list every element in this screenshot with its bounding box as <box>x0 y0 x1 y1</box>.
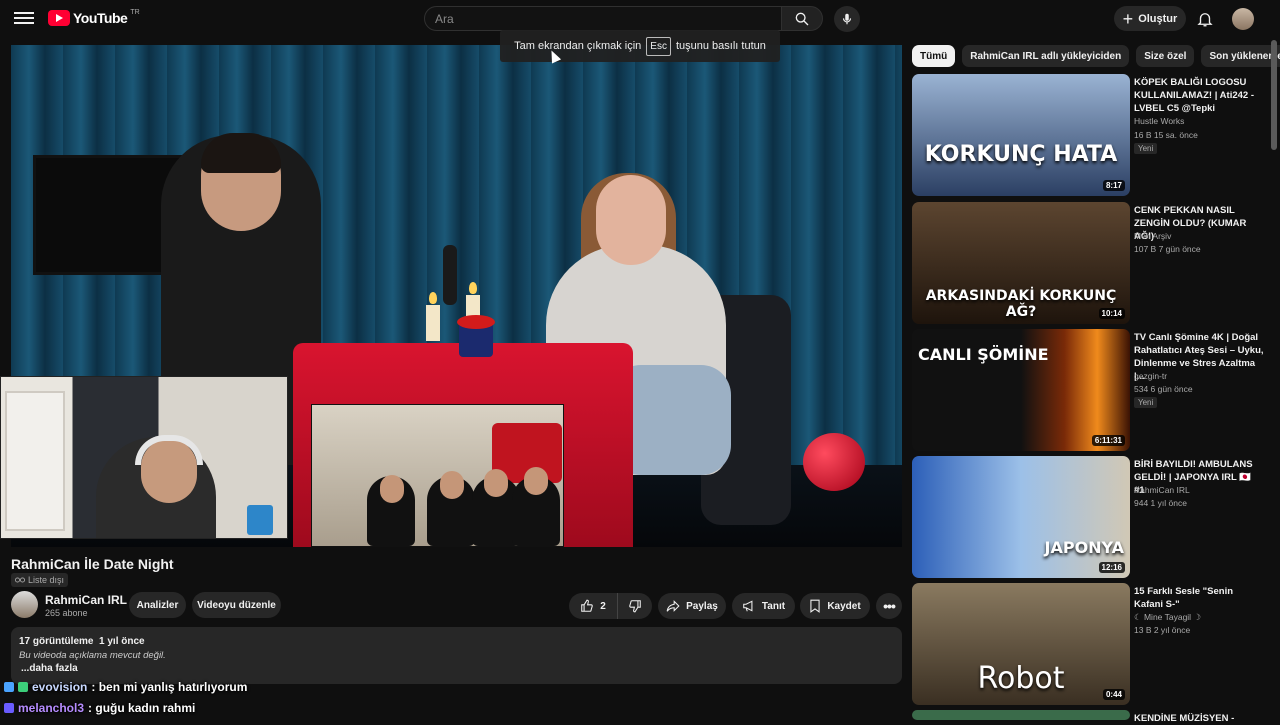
channel-name[interactable]: RahmiCan IRL <box>45 593 127 607</box>
rec-meta: 16 B 15 sa. önce <box>1134 130 1198 140</box>
duration-badge: 0:44 <box>1102 689 1125 700</box>
video-title: RahmiCan İle Date Night <box>11 556 174 572</box>
badge-icon <box>4 703 14 713</box>
logo-country: TR <box>130 8 140 16</box>
rec-meta: 944 1 yıl önce <box>1134 498 1187 508</box>
filter-chips: Tümü RahmiCan IRL adlı yükleyiciden Size… <box>912 45 1280 67</box>
new-badge: Yeni <box>1134 143 1158 154</box>
logo-text: YouTube <box>73 10 128 26</box>
search-input[interactable] <box>424 6 782 31</box>
duration-badge: 10:14 <box>1098 308 1125 319</box>
megaphone-icon <box>743 600 753 612</box>
video-thumbnail[interactable]: KORKUNÇ HATA 8:17 <box>912 74 1130 196</box>
chip-for-you[interactable]: Size özel <box>1136 45 1195 67</box>
chat-text: : ben mi yanlış hatırlıyorum <box>91 680 248 694</box>
rec-channel[interactable]: gezgin-tr <box>1134 371 1167 381</box>
analytics-button[interactable]: Analizler <box>129 592 186 618</box>
recommendation-item[interactable]: Robot 0:44 15 Farklı Sesle "Senin Kafani… <box>912 583 1272 705</box>
chat-username: melanchol3 <box>18 701 85 715</box>
recommendation-item[interactable]: KORKUNÇ HATA 8:17 KÖPEK BALIĞI LOGOSU KU… <box>912 74 1272 196</box>
webcam-overlay-streamer <box>0 376 288 539</box>
dislike-icon <box>629 600 641 613</box>
video-thumbnail[interactable]: JAPONYA 12:16 <box>912 456 1130 578</box>
link-icon <box>15 577 25 583</box>
rec-meta: 534 6 gün önce <box>1134 384 1193 394</box>
recommendation-item[interactable]: KENDİNE MÜZİSYEN - <box>912 710 1272 724</box>
visibility-badge: Liste dışı <box>11 573 69 587</box>
voice-search-button[interactable] <box>834 6 860 32</box>
video-thumbnail[interactable]: ARKASINDAKİ KORKUNÇ AĞ? 10:14 <box>912 202 1130 324</box>
subscriber-count: 265 abone <box>45 608 88 618</box>
search-icon <box>795 12 809 25</box>
rec-meta: 107 B 7 gün önce <box>1134 244 1201 254</box>
rec-title[interactable]: KENDİNE MÜZİSYEN - <box>1134 712 1264 725</box>
rec-channel[interactable]: RahmiCan IRL <box>1134 485 1190 495</box>
badge-icon <box>4 682 14 692</box>
description-text: Bu videoda açıklama mevcut değil. <box>19 650 166 661</box>
more-icon: ••• <box>883 598 896 614</box>
mic-icon <box>842 13 852 25</box>
chip-recent[interactable]: Son yüklenenler <box>1201 45 1280 67</box>
esc-key: Esc <box>646 36 671 56</box>
bookmark-icon <box>810 599 820 613</box>
video-thumbnail[interactable]: Robot 0:44 <box>912 583 1130 705</box>
rec-channel[interactable]: ☾ Mine Tayagil ☽ <box>1134 612 1201 623</box>
chat-username: evovision <box>32 680 88 694</box>
recommendation-item[interactable]: CANLI ŞÖMİNE 6:11:31 TV Canlı Şömine 4K … <box>912 329 1272 451</box>
chip-uploader[interactable]: RahmiCan IRL adlı yükleyiciden <box>962 45 1130 67</box>
search-button[interactable] <box>781 6 823 31</box>
dislike-button[interactable] <box>617 593 652 619</box>
duration-badge: 6:11:31 <box>1091 435 1125 446</box>
scrollbar[interactable] <box>1271 40 1277 150</box>
rec-title[interactable]: 15 Farklı Sesle "Senin Kafani S-" <box>1134 585 1264 611</box>
recommendation-item[interactable]: ARKASINDAKİ KORKUNÇ AĞ? 10:14 CENK PEKKA… <box>912 202 1272 324</box>
menu-icon[interactable] <box>14 9 34 29</box>
webcam-overlay-group <box>311 404 564 547</box>
recommendation-item[interactable]: JAPONYA 12:16 BİRİ BAYILDI! AMBULANS GEL… <box>912 456 1272 578</box>
fullscreen-exit-tooltip: Tam ekrandan çıkmak için Esc tuşunu bası… <box>500 30 780 62</box>
account-avatar[interactable] <box>1232 8 1254 30</box>
video-thumbnail[interactable] <box>912 710 1130 720</box>
rec-channel[interactable]: Meh Arşiv <box>1134 231 1171 241</box>
new-badge: Yeni <box>1134 397 1158 408</box>
duration-badge: 8:17 <box>1102 180 1125 191</box>
promote-button[interactable]: Tanıt <box>732 593 795 619</box>
create-label: Oluştur <box>1138 12 1178 25</box>
share-icon <box>666 600 680 612</box>
share-button[interactable]: Paylaş <box>658 593 726 619</box>
rec-meta: 13 B 2 yıl önce <box>1134 625 1191 635</box>
chip-all[interactable]: Tümü <box>912 45 956 67</box>
more-actions-button[interactable]: ••• <box>876 593 902 619</box>
chat-message: evovision : ben mi yanlış hatırlıyorum <box>4 680 247 694</box>
plus-icon: + <box>1122 8 1134 29</box>
rec-channel[interactable]: Hustle Works <box>1134 116 1184 126</box>
like-icon <box>581 599 593 612</box>
duration-badge: 12:16 <box>1098 562 1125 573</box>
bell-icon[interactable] <box>1196 9 1214 29</box>
video-thumbnail[interactable]: CANLI ŞÖMİNE 6:11:31 <box>912 329 1130 451</box>
views-and-date: 17 görüntüleme 1 yıl önce <box>19 636 145 647</box>
edit-video-button[interactable]: Videoyu düzenle <box>192 592 281 618</box>
create-button[interactable]: + Oluştur <box>1114 6 1186 31</box>
youtube-play-icon <box>48 10 70 26</box>
channel-avatar[interactable] <box>11 591 38 618</box>
rec-title[interactable]: KÖPEK BALIĞI LOGOSU KULLANILAMAZ! | Ati2… <box>1134 76 1264 115</box>
like-button[interactable]: 2 <box>569 593 617 619</box>
save-button[interactable]: Kaydet <box>800 593 870 619</box>
youtube-logo[interactable]: YouTube TR <box>48 8 140 26</box>
chat-text: : guğu kadın rahmi <box>88 701 196 715</box>
badge-icon <box>18 682 28 692</box>
show-more-link[interactable]: ...daha fazla <box>21 663 78 674</box>
like-count: 2 <box>600 600 606 612</box>
chat-message: melanchol3 : guğu kadın rahmi <box>4 701 195 715</box>
